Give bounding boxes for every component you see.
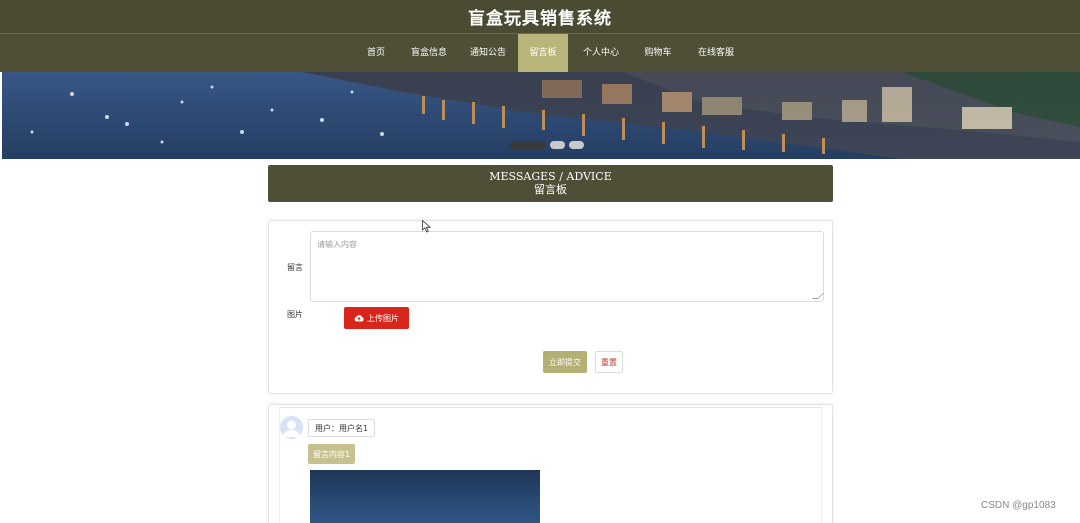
top-header: 盲盒玩具销售系统	[0, 0, 1080, 33]
cloud-upload-icon	[354, 315, 364, 322]
image-label: 图片	[287, 310, 303, 319]
upload-label: 上传图片	[367, 313, 399, 323]
message-input[interactable]: 请输入内容	[310, 231, 824, 302]
section-header: MESSAGES / ADVICE 留言板	[268, 165, 833, 202]
message-form: 留言 请输入内容 图片 上传图片 立即提交 重置	[268, 220, 833, 394]
message-image	[310, 470, 540, 523]
message-placeholder: 请输入内容	[317, 240, 357, 249]
message-label: 留言	[287, 263, 303, 272]
site-title: 盲盒玩具销售系统	[468, 9, 612, 29]
banner-carousel[interactable]	[2, 72, 1080, 159]
upload-image-button[interactable]: 上传图片	[344, 307, 409, 329]
nav-item-home[interactable]: 首页	[358, 34, 394, 73]
carousel-dot-2[interactable]	[550, 141, 565, 149]
message-content: 留言内容1	[308, 444, 356, 464]
watermark: CSDN @gp1083	[981, 500, 1056, 511]
section-title-en: MESSAGES / ADVICE	[489, 170, 612, 183]
section-title-cn: 留言板	[534, 183, 567, 196]
reset-button[interactable]: 重置	[595, 351, 623, 373]
carousel-dot-1[interactable]	[510, 141, 546, 149]
nav-item-online-service[interactable]: 在线客服	[690, 34, 742, 73]
user-avatar-icon	[280, 416, 303, 439]
message-user: 用户：用户名1	[308, 419, 376, 437]
nav-item-blindbox-info[interactable]: 盲盒信息	[402, 34, 456, 73]
nav-item-notices[interactable]: 通知公告	[464, 34, 512, 73]
carousel-indicators	[510, 141, 584, 149]
resize-grip-icon[interactable]	[812, 293, 824, 299]
nav-item-message-board[interactable]: 留言板	[518, 34, 568, 73]
main-nav: 首页 盲盒信息 通知公告 留言板 个人中心 购物车 在线客服	[0, 33, 1080, 73]
nav-item-cart[interactable]: 购物车	[636, 34, 680, 73]
submit-button[interactable]: 立即提交	[543, 351, 587, 373]
nav-item-personal-center[interactable]: 个人中心	[576, 34, 626, 73]
carousel-dot-3[interactable]	[569, 141, 584, 149]
mouse-cursor-icon	[422, 220, 431, 233]
